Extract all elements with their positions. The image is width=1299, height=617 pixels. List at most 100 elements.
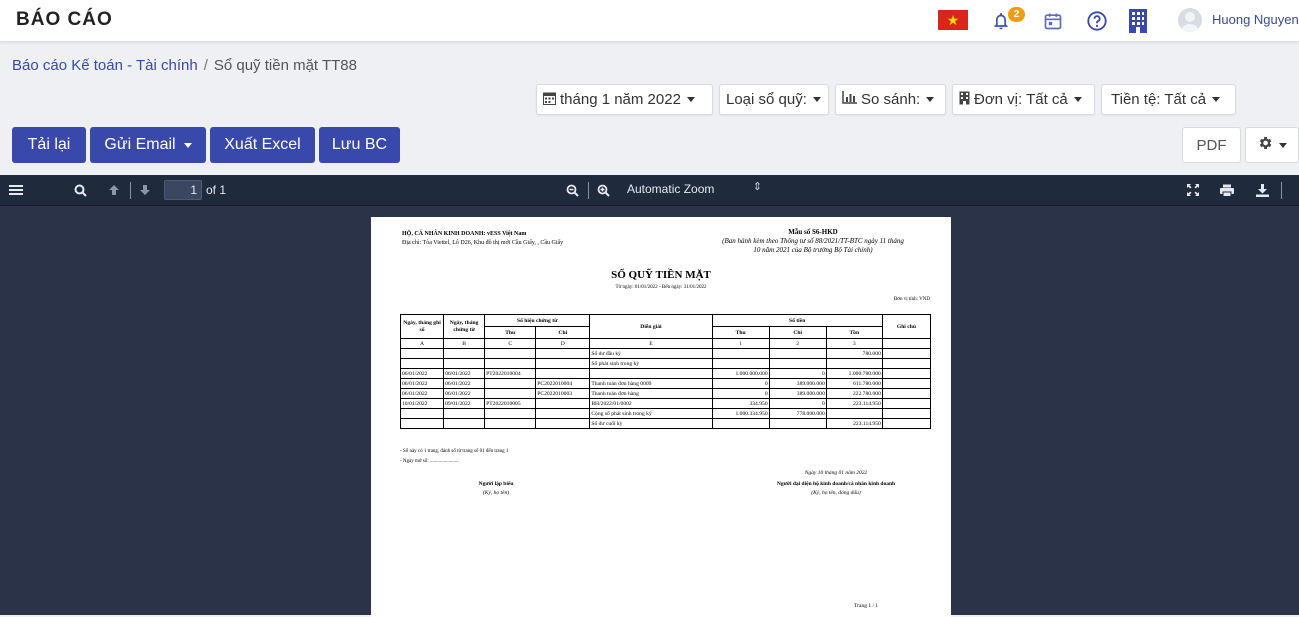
table-cell: 09/01/2022: [443, 398, 486, 409]
table-cell: Số dư cuối kỳ: [589, 418, 713, 429]
table-cell: 611.780.000: [825, 378, 883, 389]
cash-ledger-table: Ngày, tháng ghi sổ Ngày, tháng chứng từ …: [399, 314, 932, 429]
username[interactable]: Huong Nguyen: [1212, 12, 1299, 27]
table-row: Số dư đầu kỳ 780.000: [399, 348, 932, 359]
header-amount-out: Chi: [768, 326, 827, 339]
unit-filter-dropdown[interactable]: Đơn vị: Tất cả: [952, 84, 1095, 115]
page-number-input[interactable]: 1: [164, 180, 202, 200]
table-cell: 223.114.950: [825, 398, 883, 409]
save-report-button-label: Lưu BC: [331, 136, 388, 153]
header-record-date: Ngày, tháng ghi sổ: [399, 314, 445, 339]
help-icon[interactable]: [1084, 8, 1110, 34]
app-title: BÁO CÁO: [16, 9, 113, 30]
pdf-viewer: 1 of 1 Automatic Zoom ⇕ HỘ, CÁ NHÂN KINH …: [0, 175, 1299, 617]
table-cell: BH/2022/01/0002: [589, 398, 713, 409]
column-code-cell: B: [443, 338, 486, 349]
table-cell: [535, 368, 591, 379]
table-cell: [881, 418, 932, 429]
toolbar-divider: [130, 182, 131, 199]
pdf-button[interactable]: PDF: [1182, 127, 1241, 163]
form-note: (Ban hành kèm theo Thông tư số 88/2021/T…: [722, 237, 904, 254]
table-cell: PC2022010004: [535, 378, 591, 389]
sidebar-toggle-icon[interactable]: [8, 182, 24, 198]
breadcrumb-parent-link[interactable]: Báo cáo Kế toán - Tài chính: [12, 57, 198, 74]
form-number: Mẫu số S6-HKD: [788, 228, 838, 236]
table-cell: 389.000.000: [768, 388, 827, 399]
unit-filter-label: Đơn vị: Tất cả: [974, 91, 1068, 108]
send-email-button[interactable]: Gửi Email: [90, 127, 206, 163]
zoom-out-icon[interactable]: [564, 182, 580, 198]
document-date-range: Từ ngày: 01/01/2022 - Đến ngày: 31/01/20…: [615, 285, 707, 290]
zoom-select[interactable]: Automatic Zoom ⇕: [622, 181, 762, 196]
avatar[interactable]: [1178, 8, 1202, 32]
print-icon[interactable]: [1219, 182, 1235, 198]
export-excel-button-label: Xuất Excel: [224, 136, 301, 153]
table-cell: [443, 418, 486, 429]
table-cell: 1.000.334.950: [711, 408, 770, 419]
table-cell: Thanh toán đơn hàng: [589, 388, 713, 399]
column-code-cell: A: [399, 338, 445, 349]
representative-label: Người đại diện hộ kinh doanh/cá nhân kin…: [776, 481, 896, 487]
calendar-icon: [543, 91, 556, 109]
table-row: 06/01/2022 06/01/2022 PC2022010004 Thanh to…: [399, 378, 932, 389]
next-page-icon[interactable]: [137, 182, 153, 198]
calendar-icon[interactable]: [1040, 8, 1066, 34]
table-cell: [535, 418, 591, 429]
table-cell: 222.780.000: [825, 388, 883, 399]
table-cell: [535, 348, 591, 359]
header-payment: Chi: [535, 326, 591, 339]
table-cell: 1.000.000.000: [711, 368, 770, 379]
business-address: Địa chỉ: Tòa Viettel, Lô D26, Khu đô thị…: [402, 240, 564, 246]
chevron-down-icon: [926, 97, 935, 102]
header-doc-no: Số hiệu chứng từ: [484, 314, 591, 327]
table-cell: [881, 388, 932, 399]
download-icon[interactable]: [1254, 182, 1270, 198]
period-filter-dropdown[interactable]: tháng 1 năm 2022: [536, 84, 713, 115]
table-cell: [443, 358, 486, 369]
gear-icon: [1257, 135, 1273, 155]
header-note: Ghi chú: [881, 314, 932, 339]
table-cell: [399, 418, 445, 429]
table-cell: [399, 408, 445, 419]
table-cell: 780.000: [825, 348, 883, 359]
export-excel-button[interactable]: Xuất Excel: [210, 127, 315, 163]
building-icon[interactable]: [1125, 8, 1151, 34]
table-cell: [399, 348, 445, 359]
vietnam-flag-icon[interactable]: ★: [938, 10, 968, 30]
table-cell: 06/01/2022: [443, 368, 486, 379]
table-cell: Số dư đầu kỳ: [589, 348, 713, 359]
currency-filter-dropdown[interactable]: Tiền tệ: Tất cả: [1101, 84, 1236, 115]
table-cell: [768, 418, 827, 429]
table-cell: [881, 408, 932, 419]
header-receipt: Thu: [484, 326, 537, 339]
form-info: Mẫu số S6-HKD (Ban hành kèm theo Thông t…: [718, 228, 908, 255]
ledger-type-filter-dropdown[interactable]: Loại sổ quỹ:: [719, 84, 829, 115]
page-footer: Trang 1 / 1: [854, 603, 879, 609]
breadcrumb: Báo cáo Kế toán - Tài chính / Sổ quỹ tiền …: [12, 57, 357, 74]
pdf-page: HỘ, CÁ NHÂN KINH DOANH: vESS Việt Nam Đị…: [371, 217, 951, 617]
zoom-select-value: Automatic Zoom: [627, 182, 715, 196]
settings-dropdown-button[interactable]: [1245, 127, 1299, 163]
search-icon[interactable]: [72, 182, 88, 198]
table-cell: Cộng số phát sinh trong kỳ: [589, 408, 713, 419]
table-cell: 0: [711, 378, 770, 389]
table-cell: 0: [768, 368, 827, 379]
compare-filter-dropdown[interactable]: So sánh:: [835, 84, 946, 115]
save-report-button[interactable]: Lưu BC: [319, 127, 400, 163]
zoom-in-icon[interactable]: [595, 182, 611, 198]
reload-button[interactable]: Tải lại: [12, 127, 86, 163]
column-code-cell: [881, 338, 932, 349]
chevron-down-icon: [686, 97, 695, 102]
table-cell: [825, 408, 883, 419]
preparer-sign-note: (Ký, họ tên): [482, 490, 510, 496]
page-count-label: of 1: [206, 183, 227, 197]
header-amount: Số tiền: [711, 314, 883, 327]
table-cell: Số phát sinh trong kỳ: [589, 358, 713, 369]
table-cell: [399, 358, 445, 369]
previous-page-icon[interactable]: [106, 182, 122, 198]
column-code-cell: C: [484, 338, 537, 349]
table-cell: PT2022010004: [484, 368, 537, 379]
table-cell: [443, 408, 486, 419]
fullscreen-icon[interactable]: [1185, 182, 1201, 198]
table-cell: 06/01/2022: [443, 388, 486, 399]
